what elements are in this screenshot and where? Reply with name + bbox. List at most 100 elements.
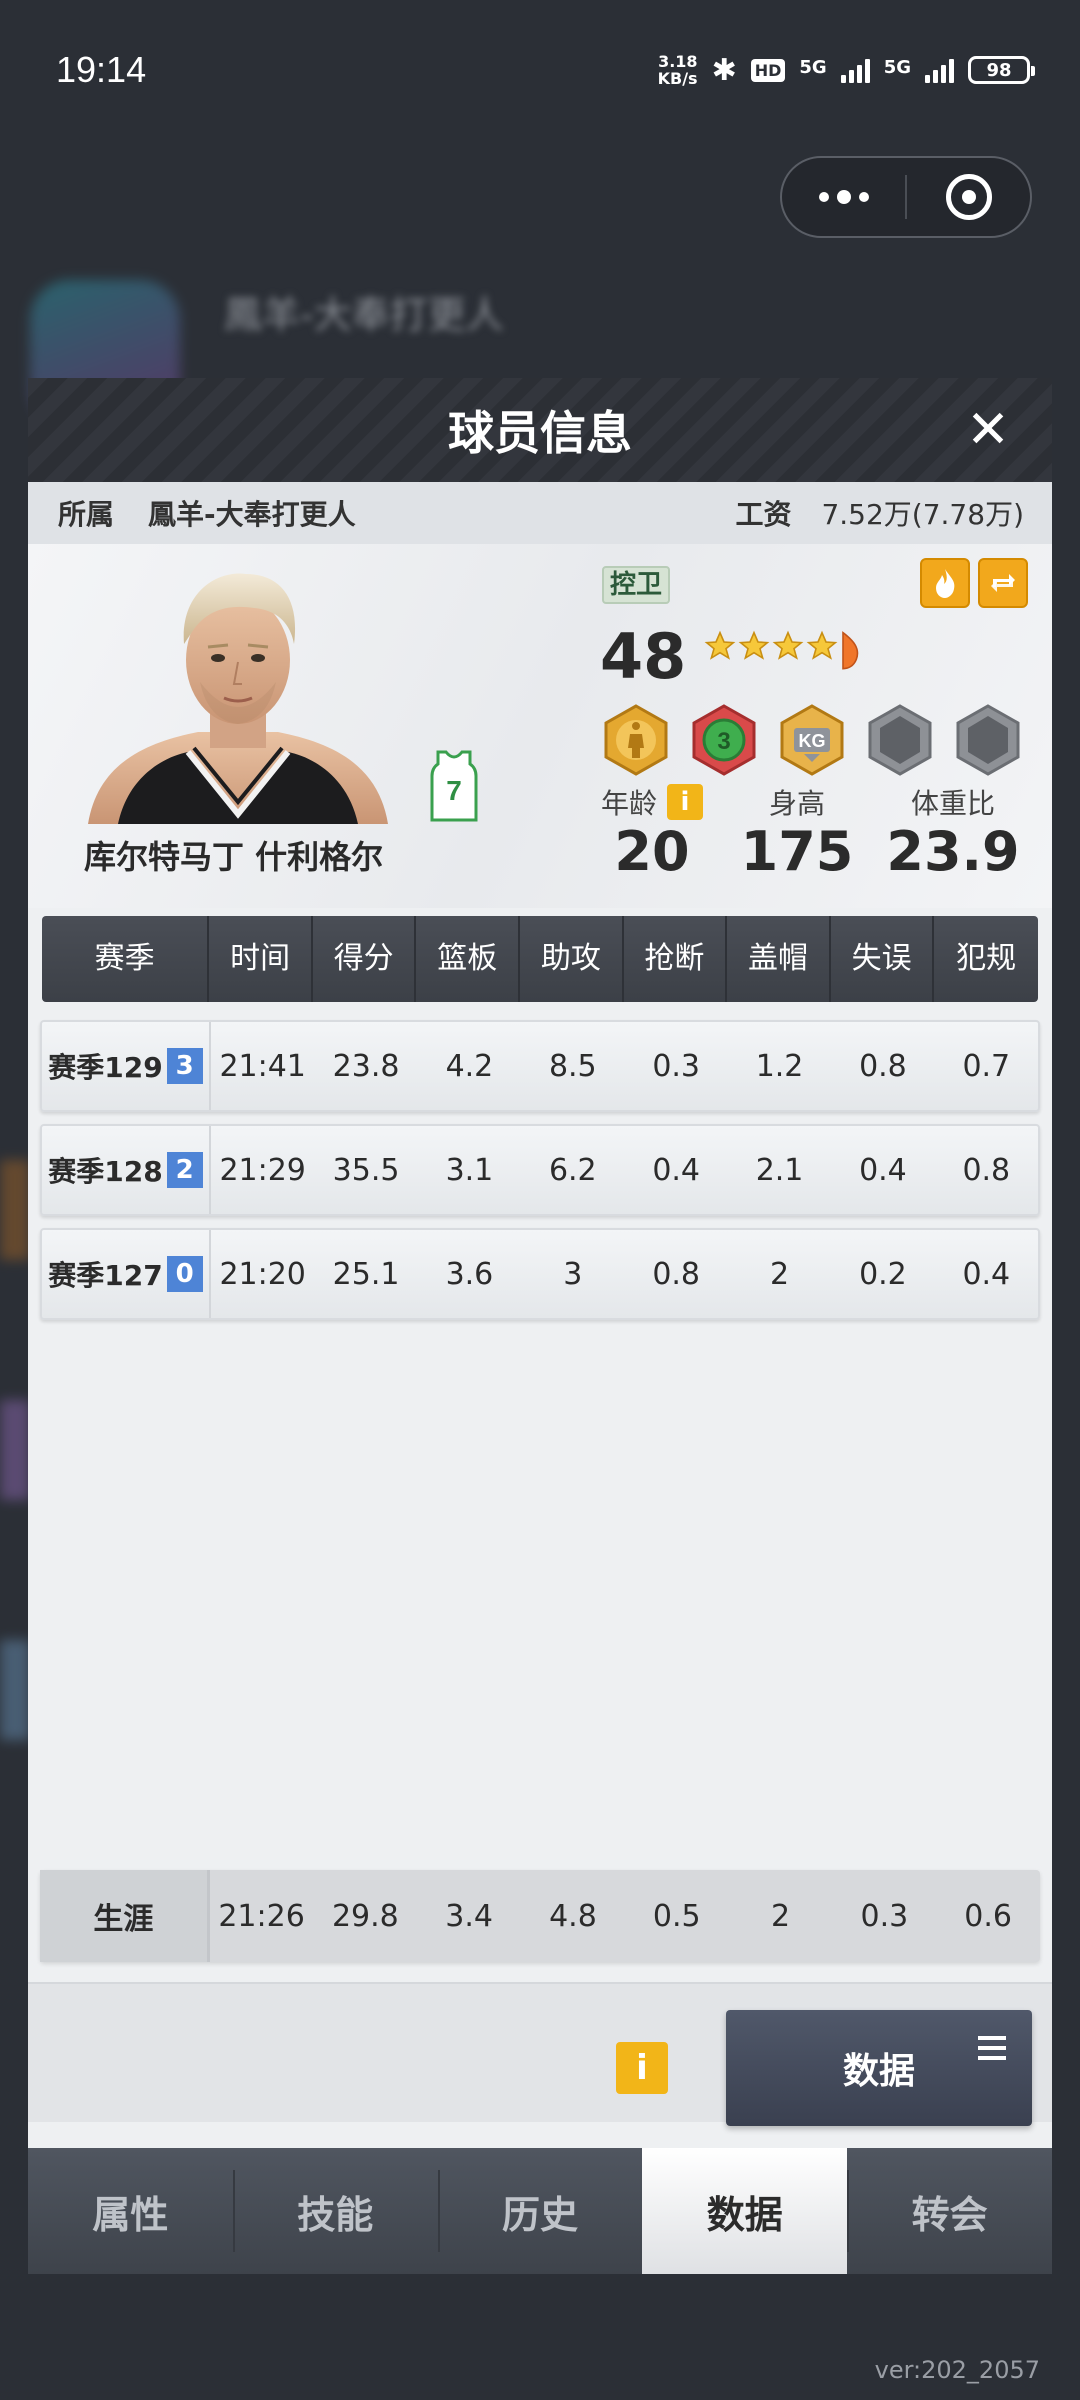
table-row[interactable]: 赛季128 2 21:29 35.5 3.1 6.2 0.4 2.1 0.4 0… — [40, 1124, 1040, 1216]
signal-icon — [840, 57, 870, 83]
season-cell: 赛季129 3 — [42, 1022, 211, 1110]
table-cell: 21:20 — [219, 1256, 306, 1292]
signal-icon-2 — [925, 57, 954, 83]
table-cell: 23.8 — [332, 1048, 400, 1084]
svg-text:KG: KG — [799, 731, 826, 751]
jersey-icon: 7 — [430, 750, 478, 822]
salary-label: 工资 — [735, 498, 792, 531]
star-icon — [806, 630, 838, 660]
table-row[interactable]: 赛季129 3 21:41 23.8 4.2 8.5 0.3 1.2 0.8 0… — [40, 1020, 1040, 1112]
season-label: 赛季127 — [48, 1259, 163, 1292]
column-header: 得分 — [313, 916, 417, 1002]
season-label: 赛季129 — [48, 1051, 163, 1084]
table-cell: 6.2 — [548, 1152, 597, 1188]
star-icon — [704, 630, 736, 660]
tab-skills[interactable]: 技能 — [232, 2148, 438, 2274]
player-name: 库尔特马丁 什利格尔 — [84, 838, 384, 876]
table-cell: 21:41 — [219, 1048, 306, 1084]
network-speed: 3.18 KB/s — [657, 52, 698, 88]
career-row: 生涯 21:26 29.8 3.4 4.8 0.5 2 0.3 0.6 — [40, 1870, 1040, 1962]
info-icon[interactable]: i — [667, 784, 703, 820]
table-cell: 0.4 — [962, 1256, 1011, 1292]
data-button[interactable]: 数据 — [726, 2010, 1032, 2126]
season-badge: 0 — [166, 1256, 203, 1292]
career-label: 生涯 — [40, 1870, 210, 1962]
half-star-flame-icon — [842, 631, 859, 670]
more-options-button[interactable] — [782, 158, 905, 236]
table-cell: 0.3 — [652, 1048, 701, 1084]
table-cell: 0.8 — [962, 1152, 1011, 1188]
table-cell: 3.6 — [445, 1256, 494, 1292]
table-cell: 0.4 — [859, 1152, 907, 1188]
table-cell: 3.1 — [445, 1152, 494, 1188]
team-name: 鳳羊-大奉打更人 — [148, 498, 356, 531]
table-cell: 0.8 — [652, 1256, 701, 1292]
modal-title: 球员信息 — [448, 406, 632, 460]
more-dot-icon — [836, 190, 851, 204]
more-dot-icon — [858, 192, 869, 202]
table-cell: 8.5 — [548, 1048, 597, 1084]
locked-badge-icon[interactable] — [864, 704, 936, 776]
data-button-label: 数据 — [842, 2051, 915, 2092]
table-row[interactable]: 赛季127 0 21:20 25.1 3.6 3 0.8 2 0.2 0.4 — [40, 1228, 1040, 1320]
player-skill-badge-icon[interactable] — [600, 704, 672, 776]
column-header: 盖帽 — [727, 916, 831, 1002]
table-cell: 0.3 — [860, 1898, 909, 1934]
table-cell: 3 — [563, 1256, 583, 1292]
modal-header: 球员信息 ✕ — [28, 378, 1052, 482]
column-header: 失误 — [831, 916, 935, 1002]
three-point-badge-icon[interactable]: 3 — [688, 704, 760, 776]
stats-table-header: 赛季 时间 得分 篮板 助攻 抢断 盖帽 失误 犯规 — [42, 916, 1038, 1002]
table-cell: 29.8 — [331, 1898, 399, 1934]
kg-badge-icon[interactable]: KG — [776, 704, 848, 776]
table-cell: 0.7 — [962, 1048, 1011, 1084]
tab-data[interactable]: 数据 — [642, 2148, 848, 2274]
season-cell: 赛季128 2 — [42, 1126, 211, 1214]
age-label: 年龄 — [600, 787, 657, 820]
column-header: 篮板 — [416, 916, 521, 1002]
table-cell: 3.4 — [445, 1898, 494, 1934]
network-type-1: 5G — [799, 56, 827, 78]
player-card: 7 库尔特马丁 什利格尔 控卫 48 3 KG 年龄 i 身高 体重比 20 1… — [28, 544, 1052, 908]
close-icon[interactable]: ✕ — [964, 404, 1012, 456]
position-badge: 控卫 — [602, 566, 671, 604]
miniprogram-capsule — [780, 156, 1032, 238]
action-bar: i 数据 — [28, 1982, 1052, 2126]
weight-ratio-value: 23.9 — [886, 820, 1020, 883]
battery-icon: 98 — [968, 56, 1035, 84]
status-bar: 19:14 3.18 KB/s ✱ HD 5G 5G 98 — [0, 0, 1080, 140]
table-cell: 1.2 — [755, 1048, 804, 1084]
column-header: 赛季 — [42, 916, 210, 1002]
table-cell: 2 — [770, 1256, 790, 1292]
fire-icon[interactable] — [920, 558, 970, 608]
age-value: 20 — [614, 820, 690, 883]
swap-icon[interactable] — [978, 558, 1028, 608]
table-cell: 0.6 — [964, 1898, 1012, 1934]
close-miniprogram-button[interactable] — [907, 158, 1030, 236]
skill-badges: 3 KG — [600, 704, 1024, 776]
table-cell: 4.2 — [445, 1048, 494, 1084]
network-type-2: 5G — [883, 56, 911, 78]
stat-values: 20 175 23.9 — [588, 820, 1028, 883]
table-cell: 2.1 — [755, 1152, 804, 1188]
season-cell: 赛季127 0 — [42, 1230, 211, 1318]
height-value: 175 — [740, 820, 854, 883]
target-icon — [945, 174, 992, 220]
tab-transfer[interactable]: 转会 — [847, 2148, 1052, 2274]
table-cell: 25.1 — [332, 1256, 400, 1292]
player-portrait — [88, 573, 388, 824]
info-icon[interactable]: i — [616, 2042, 668, 2094]
menu-icon — [978, 2036, 1006, 2060]
table-cell: 0.8 — [859, 1048, 907, 1084]
star-icon — [772, 630, 804, 660]
column-header: 犯规 — [956, 941, 1017, 976]
locked-badge-icon[interactable] — [952, 704, 1024, 776]
tab-attributes[interactable]: 属性 — [28, 2148, 233, 2274]
season-badge: 3 — [166, 1048, 203, 1084]
background-team-name: 鳳羊-大奉打更人 — [224, 293, 504, 337]
stat-labels: 年龄 i 身高 体重比 — [588, 782, 1028, 822]
table-cell: 2 — [771, 1898, 791, 1934]
salary-value: 7.52万(7.78万) — [821, 498, 1024, 531]
tab-history[interactable]: 历史 — [437, 2148, 643, 2274]
player-info-modal: 球员信息 ✕ 所属 鳳羊-大奉打更人 工资 7.52万(7.78万) 7 库尔特… — [28, 378, 1052, 2274]
